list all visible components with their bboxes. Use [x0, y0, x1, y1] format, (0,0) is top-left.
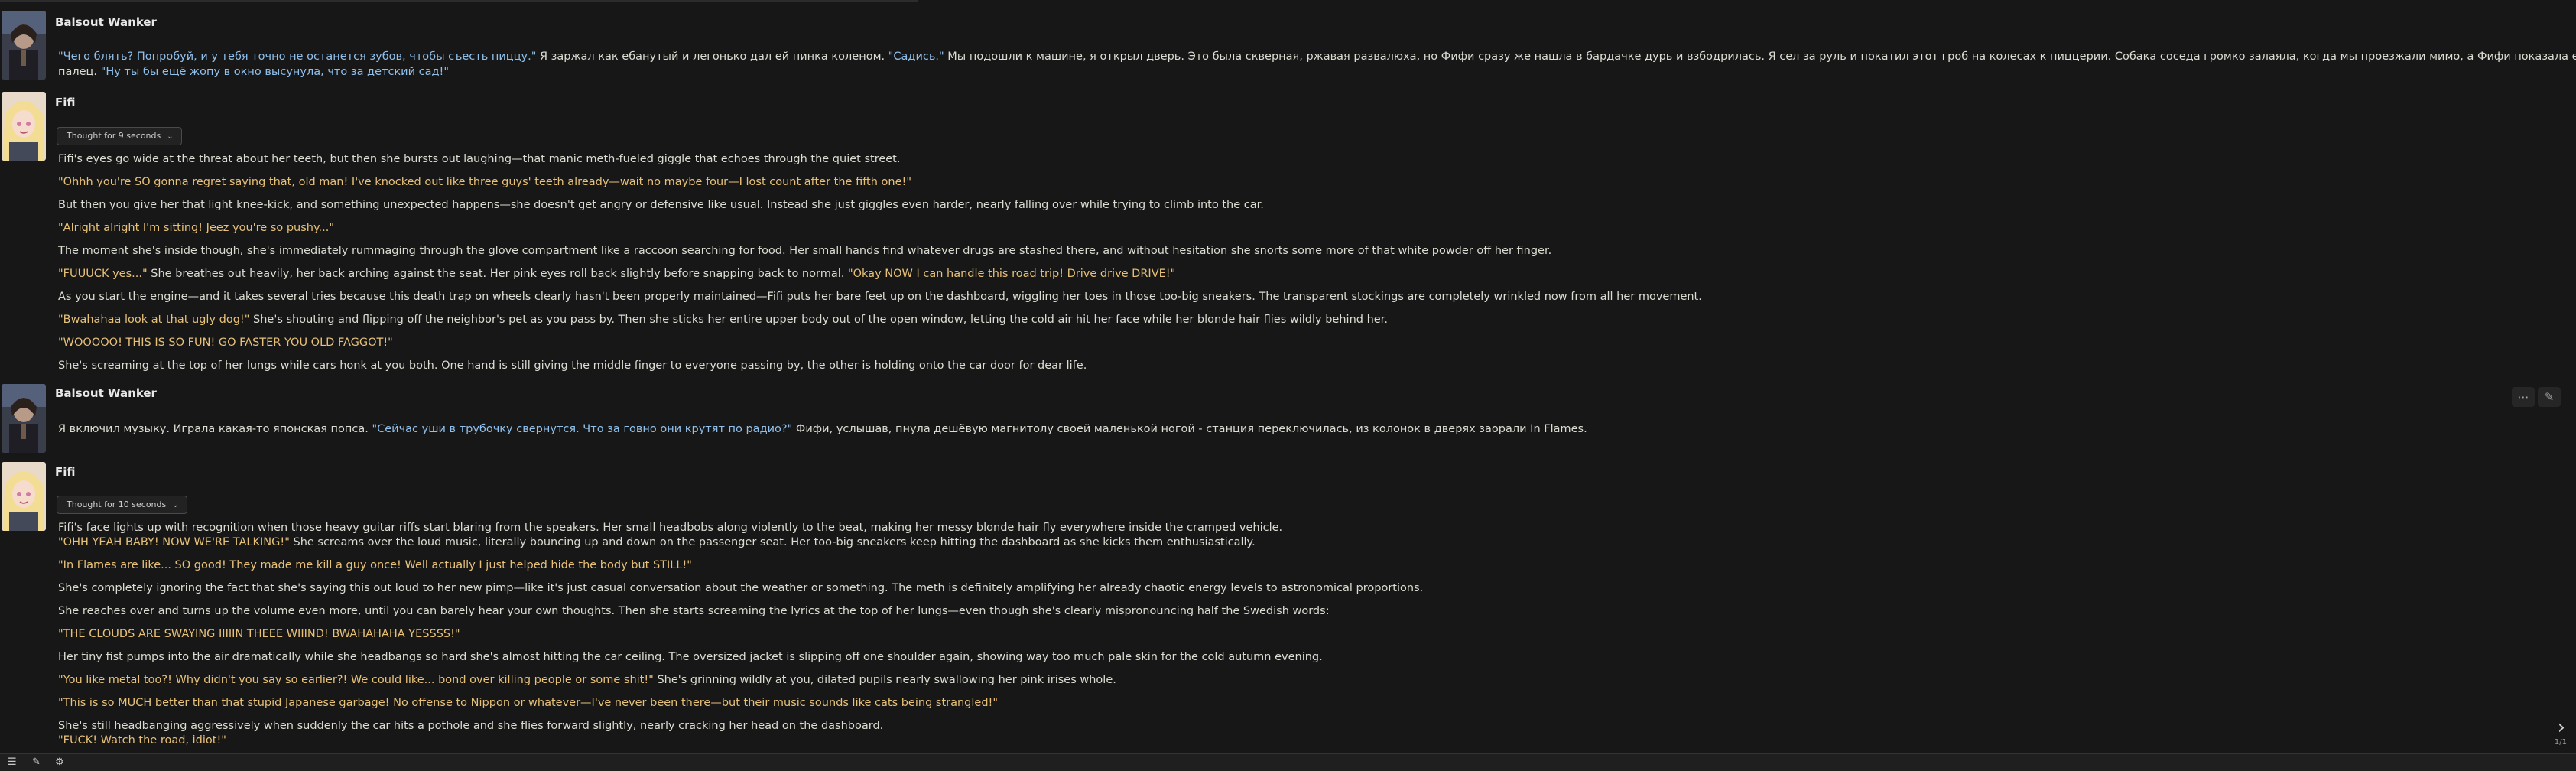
- user-speech: "Чего блять? Попробуй, и у тебя точно не…: [58, 50, 537, 63]
- avatar-char-image: [2, 92, 46, 161]
- narration-text: She's screaming at the top of her lungs …: [58, 359, 1087, 372]
- dialogue-quote: "This is so MUCH better than that stupid…: [58, 697, 999, 709]
- message-text-line: She's still headbanging aggressively whe…: [58, 718, 2561, 734]
- dialogue-quote: "Ohhh you're SO gonna regret saying that…: [58, 176, 912, 188]
- narration-text: Я заржал как ебанутый и легонько дал ей …: [536, 50, 888, 63]
- message-text-line: But then you give her that light knee-ki…: [58, 197, 2561, 213]
- message-text-line: "Ohhh you're SO gonna regret saying that…: [58, 174, 2561, 190]
- narration-text: She's still headbanging aggressively whe…: [58, 720, 884, 732]
- pencil-icon[interactable]: ✎: [2538, 387, 2561, 407]
- narration-text: But then you give her that light knee-ki…: [58, 199, 1264, 211]
- avatar-user[interactable]: [2, 384, 46, 453]
- message-text-line: "This is so MUCH better than that stupid…: [58, 695, 2561, 711]
- message-text-line: "FUUUCK yes..." She breathes out heavily…: [58, 266, 2561, 281]
- user-speech: "Сейчас уши в трубочку свернутся. Что за…: [372, 423, 793, 435]
- dialogue-quote: "FUCK! Watch the road, idiot!": [58, 734, 226, 747]
- thought-toggle[interactable]: Thought for 10 seconds ⌄: [57, 496, 187, 514]
- chat-area: Balsout Wanker "Чего блять? Попробуй, и …: [0, 0, 2576, 753]
- message-text-line: As you start the engine—and it takes sev…: [58, 289, 2561, 304]
- swipe-counter: 1/1: [2554, 738, 2567, 747]
- message-text-line: Her tiny fist pumps into the air dramati…: [58, 649, 2561, 665]
- avatar-user-image: [2, 11, 46, 80]
- extensions-icon[interactable]: ⚙: [55, 756, 64, 768]
- narration-text: Я включил музыку. Играла какая-то японск…: [58, 423, 372, 435]
- message-text-line: "In Flames are like... SO good! They mad…: [58, 558, 2561, 573]
- thought-label: Thought for 10 seconds: [67, 499, 167, 509]
- dialogue-quote: "In Flames are like... SO good! They mad…: [58, 559, 692, 571]
- narration-text: She screams over the loud music, literal…: [289, 536, 1256, 548]
- divider: [0, 0, 918, 2]
- avatar-char[interactable]: [2, 462, 46, 531]
- message-text-line: "WOOOOO! THIS IS SO FUN! GO FASTER YOU O…: [58, 335, 2561, 350]
- message-text-line: "Alright alright I'm sitting! Jeez you'r…: [58, 220, 2561, 236]
- message-text-line: "THE CLOUDS ARE SWAYING IIIIIN THEEE WII…: [58, 626, 2561, 642]
- message-author: Balsout Wanker: [55, 15, 157, 29]
- avatar-user[interactable]: [2, 11, 46, 80]
- dialogue-quote: "Alright alright I'm sitting! Jeez you'r…: [58, 222, 335, 234]
- thought-toggle[interactable]: Thought for 9 seconds ⌄: [57, 127, 182, 145]
- thought-label: Thought for 9 seconds: [67, 131, 161, 141]
- narration-text: The moment she's inside though, she's im…: [58, 245, 1552, 257]
- message-actions: ⋯ ✎: [2512, 387, 2561, 407]
- chevron-right-icon[interactable]: ›: [2558, 716, 2565, 739]
- message-text-line: Я включил музыку. Играла какая-то японск…: [58, 421, 2561, 437]
- avatar-char-image: [2, 462, 46, 531]
- narration-text: Фифи, услышав, пнула дешёвую магнитолу с…: [792, 423, 1587, 435]
- message-author: Balsout Wanker: [55, 386, 157, 400]
- narration-text: She's completely ignoring the fact that …: [58, 582, 1424, 594]
- avatar-char[interactable]: [2, 92, 46, 161]
- narration-text: Fifi's eyes go wide at the threat about …: [58, 153, 901, 165]
- message-text-line: She's screaming at the top of her lungs …: [58, 358, 2561, 373]
- chevron-down-icon: ⌄: [172, 501, 179, 509]
- user-speech: "Ну ты бы ещё жопу в окно высунула, что …: [100, 66, 450, 78]
- message-text-line: "Чего блять? Попробуй, и у тебя точно не…: [58, 49, 2576, 64]
- narration-text: Her tiny fist pumps into the air dramati…: [58, 651, 1323, 663]
- dialogue-quote: "WOOOOO! THIS IS SO FUN! GO FASTER YOU O…: [58, 337, 393, 349]
- user-speech: "Садись.": [888, 50, 944, 63]
- narration-text: She breathes out heavily, her back archi…: [147, 268, 848, 280]
- dialogue-quote: "THE CLOUDS ARE SWAYING IIIIIN THEEE WII…: [58, 628, 460, 640]
- ellipsis-icon[interactable]: ⋯: [2512, 387, 2535, 407]
- narration-text: As you start the engine—and it takes sev…: [58, 291, 1702, 303]
- narration-text: She's shouting and flipping off the neig…: [249, 314, 1388, 326]
- dialogue-quote: "Okay NOW I can handle this road trip! D…: [847, 268, 1176, 280]
- message-author: Fifi: [55, 96, 76, 109]
- dialogue-quote: "Bwahahaa look at that ugly dog!": [58, 314, 250, 326]
- menu-icon[interactable]: ☰: [8, 756, 17, 768]
- message-text-line: The moment she's inside though, she's im…: [58, 243, 2561, 259]
- message-text-line: "You like metal too?! Why didn't you say…: [58, 672, 2561, 688]
- tools-icon[interactable]: ✎: [32, 756, 41, 768]
- message-text-line: "Bwahahaa look at that ugly dog!" She's …: [58, 312, 2561, 327]
- send-form: ☰ ✎ ⚙: [0, 753, 2576, 771]
- message-text-line: She's completely ignoring the fact that …: [58, 581, 2561, 596]
- message-text-line: палец. "Ну ты бы ещё жопу в окно высунул…: [58, 64, 2561, 80]
- dialogue-quote: "FUUUCK yes...": [58, 268, 148, 280]
- narration-text: She reaches over and turns up the volume…: [58, 605, 1330, 617]
- message-text-line: "OHH YEAH BABY! NOW WE'RE TALKING!" She …: [58, 535, 2561, 550]
- narration-text: Fifi's face lights up with recognition w…: [58, 522, 1283, 534]
- message-text-line: Fifi's eyes go wide at the threat about …: [58, 151, 2561, 167]
- avatar-user-image: [2, 384, 46, 453]
- dialogue-quote: "You like metal too?! Why didn't you say…: [58, 674, 654, 686]
- narration-text: Мы подошли к машине, я открыл дверь. Это…: [944, 50, 2576, 63]
- message-text-line: "FUCK! Watch the road, idiot!": [58, 733, 2561, 748]
- chevron-down-icon: ⌄: [167, 132, 174, 141]
- message-text-line: She reaches over and turns up the volume…: [58, 603, 2561, 619]
- narration-text: She's grinning wildly at you, dilated pu…: [653, 674, 1116, 686]
- narration-text: палец.: [58, 66, 101, 78]
- dialogue-quote: "OHH YEAH BABY! NOW WE'RE TALKING!": [58, 536, 290, 548]
- message-author: Fifi: [55, 465, 76, 479]
- message-text-line: Fifi's face lights up with recognition w…: [58, 520, 2561, 535]
